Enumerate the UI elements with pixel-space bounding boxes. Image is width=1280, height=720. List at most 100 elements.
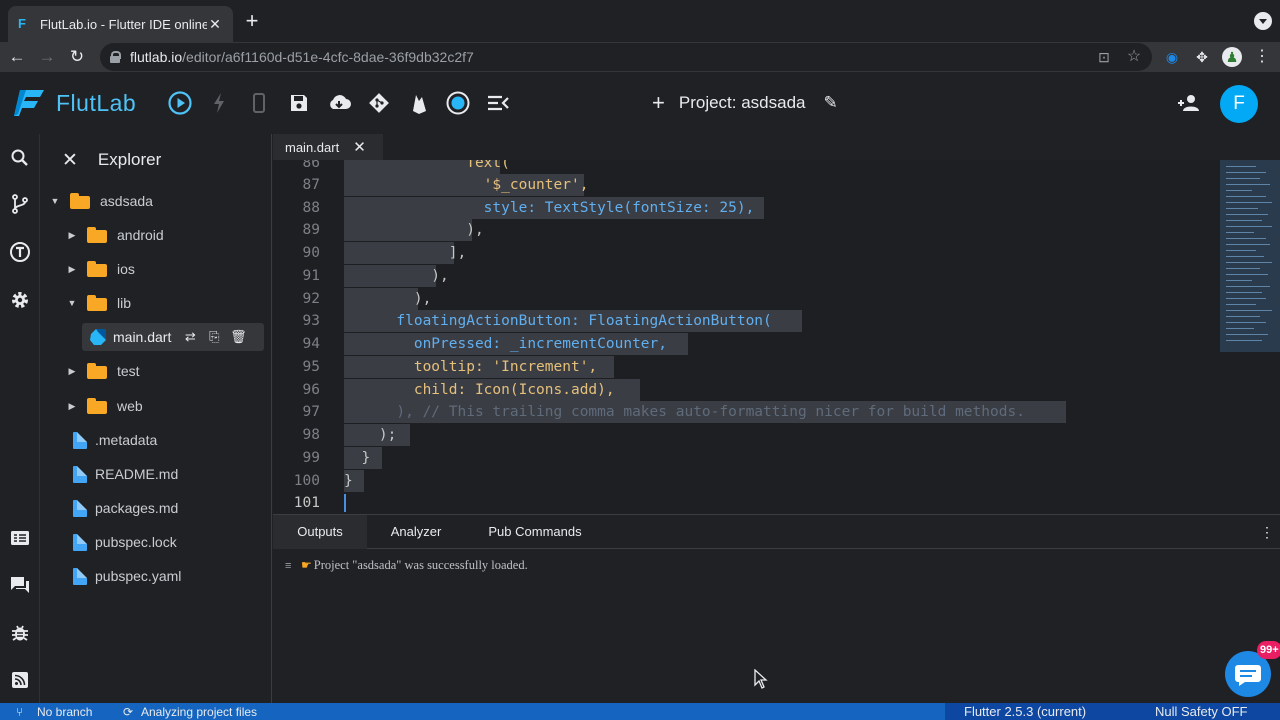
code-text: floatingActionButton: FloatingActionButt… <box>344 313 772 329</box>
tree-file-readme[interactable]: README.md <box>73 462 178 486</box>
delete-trash-icon[interactable]: 🗑 <box>229 328 247 346</box>
flutter-version[interactable]: Flutter 2.5.3 (current) <box>964 704 1086 720</box>
lock-icon <box>110 51 121 63</box>
rss-feed-icon[interactable] <box>8 668 32 692</box>
git-icon[interactable] <box>366 90 392 116</box>
tree-file-pubspec-yaml[interactable]: pubspec.yaml <box>73 564 181 588</box>
new-file-icon[interactable]: ⎘ <box>205 328 223 346</box>
code-text: '$_counter', <box>344 177 589 193</box>
tree-label: pubspec.lock <box>95 534 177 550</box>
minimap-line <box>1226 244 1270 245</box>
branch-status[interactable]: No branch <box>37 704 92 720</box>
forward-arrow-icon[interactable]: → <box>36 46 58 68</box>
browser-tab-title: FlutLab.io - Flutter IDE online <box>40 16 207 32</box>
user-avatar[interactable]: F <box>1220 85 1258 123</box>
browser-tab-bar: F FlutLab.io - Flutter IDE online ✕ + <box>0 0 1280 42</box>
code-line: 86 Text( <box>273 160 1280 174</box>
panel-more-icon[interactable]: ⋮ <box>1260 523 1274 541</box>
tree-file-metadata[interactable]: .metadata <box>73 428 157 452</box>
code-text: tooltip: 'Increment', <box>344 359 598 375</box>
firebase-icon[interactable] <box>406 90 432 116</box>
caret-down-icon[interactable]: ▼ <box>50 196 60 206</box>
chrome-preview-icon[interactable] <box>445 90 471 116</box>
back-arrow-icon[interactable]: ← <box>6 46 28 68</box>
tree-folder-ios[interactable]: ▶ ios <box>67 257 135 281</box>
reload-icon[interactable]: ↻ <box>66 46 88 68</box>
bug-report-icon[interactable] <box>8 621 32 645</box>
browser-tab[interactable]: F FlutLab.io - Flutter IDE online ✕ <box>8 6 233 42</box>
add-project-icon[interactable]: + <box>652 90 665 116</box>
profile-avatar-icon[interactable]: ♟ <box>1222 47 1242 67</box>
dart-file-icon <box>90 329 106 345</box>
caret-right-icon[interactable]: ▶ <box>67 366 77 377</box>
format-menu-icon[interactable] <box>485 90 511 116</box>
minimap-line <box>1226 184 1270 185</box>
caret-right-icon[interactable]: ▶ <box>67 230 77 241</box>
tree-folder-web[interactable]: ▶ web <box>67 394 143 418</box>
tree-folder-asdsada[interactable]: ▼ asdsada <box>50 189 153 213</box>
tab-analyzer[interactable]: Analyzer <box>373 515 459 549</box>
run-icon[interactable] <box>167 90 193 116</box>
new-tab-button[interactable]: + <box>241 10 263 33</box>
bookmark-star-icon[interactable]: ☆ <box>1124 47 1144 67</box>
caret-right-icon[interactable]: ▶ <box>67 264 77 275</box>
cloud-download-icon[interactable] <box>326 90 352 116</box>
pointing-hand-icon: ☛ <box>301 558 312 572</box>
line-number: 100 <box>293 473 320 489</box>
add-user-icon[interactable] <box>1176 90 1202 116</box>
tree-file-main-dart[interactable]: main.dart ⇄ ⎘ 🗑 <box>89 325 247 349</box>
tree-label: .metadata <box>95 432 158 448</box>
caret-right-icon[interactable]: ▶ <box>67 401 77 412</box>
chat-forum-icon[interactable] <box>8 573 32 597</box>
tab-pub-commands[interactable]: Pub Commands <box>473 515 597 549</box>
close-tab-icon[interactable]: ✕ <box>207 16 223 33</box>
rename-file-icon[interactable]: ⇄ <box>181 328 199 346</box>
tree-file-packages[interactable]: packages.md <box>73 496 178 520</box>
tab-search-icon[interactable] <box>1254 12 1272 30</box>
save-icon[interactable] <box>286 90 312 116</box>
minimap-line <box>1226 202 1272 203</box>
code-line: 92 ), <box>273 288 1280 310</box>
settings-gear-icon[interactable] <box>8 288 32 312</box>
tab-outputs[interactable]: Outputs <box>273 515 367 549</box>
address-bar[interactable]: flutlab.io/editor/a6f1160d-d51e-4cfc-8da… <box>100 43 1152 71</box>
edit-pencil-icon[interactable]: ✎ <box>824 93 838 113</box>
device-icon[interactable] <box>246 90 272 116</box>
tree-label: web <box>117 398 143 414</box>
close-explorer-icon[interactable]: ✕ <box>62 149 78 172</box>
tree-folder-lib[interactable]: ▼ lib <box>67 291 131 315</box>
line-number: 92 <box>302 291 320 307</box>
minimap-line <box>1226 250 1256 251</box>
close-editor-tab-icon[interactable]: ✕ <box>353 138 366 156</box>
minimap-line <box>1226 190 1252 191</box>
editor-tab-main-dart[interactable]: main.dart ✕ <box>273 134 383 160</box>
log-lines-icon: ≡ <box>285 559 292 572</box>
extensions-puzzle-icon[interactable]: ✥ <box>1192 47 1212 67</box>
tree-file-pubspec-lock[interactable]: pubspec.lock <box>73 530 177 554</box>
translate-t-icon[interactable] <box>8 240 32 264</box>
tree-label: lib <box>117 295 132 311</box>
browser-menu-icon[interactable]: ⋮ <box>1252 47 1272 67</box>
minimap-line <box>1226 196 1266 197</box>
docs-list-icon[interactable] <box>8 526 32 550</box>
hot-reload-icon[interactable] <box>206 90 232 116</box>
flutlab-logo[interactable]: FlutLab <box>14 86 136 120</box>
extension-eye-icon[interactable]: ◉ <box>1162 47 1182 67</box>
analyzing-status: Analyzing project files <box>141 705 258 719</box>
code-text: onPressed: _incrementCounter, <box>344 336 668 352</box>
code-editor[interactable]: 86 Text( 87 '$_counter', 88 style: TextS… <box>273 160 1280 514</box>
minimap[interactable] <box>1220 160 1280 352</box>
project-title[interactable]: + Project: asdsada ✎ <box>652 90 838 116</box>
null-safety-status[interactable]: Null Safety OFF <box>1155 704 1247 720</box>
search-icon[interactable] <box>8 146 32 170</box>
branch-icon: ⑂ <box>16 705 24 719</box>
tree-folder-android[interactable]: ▶ android <box>67 223 164 247</box>
caret-down-icon[interactable]: ▼ <box>67 298 77 308</box>
code-text: ), // This trailing comma makes auto-for… <box>344 404 1025 420</box>
code-line: 100 } <box>273 470 1280 492</box>
tree-folder-test[interactable]: ▶ test <box>67 359 140 383</box>
minimap-line <box>1226 316 1260 317</box>
translate-icon[interactable]: ⊡ <box>1094 47 1114 67</box>
code-text: ), <box>344 291 432 307</box>
source-control-icon[interactable] <box>8 192 32 216</box>
